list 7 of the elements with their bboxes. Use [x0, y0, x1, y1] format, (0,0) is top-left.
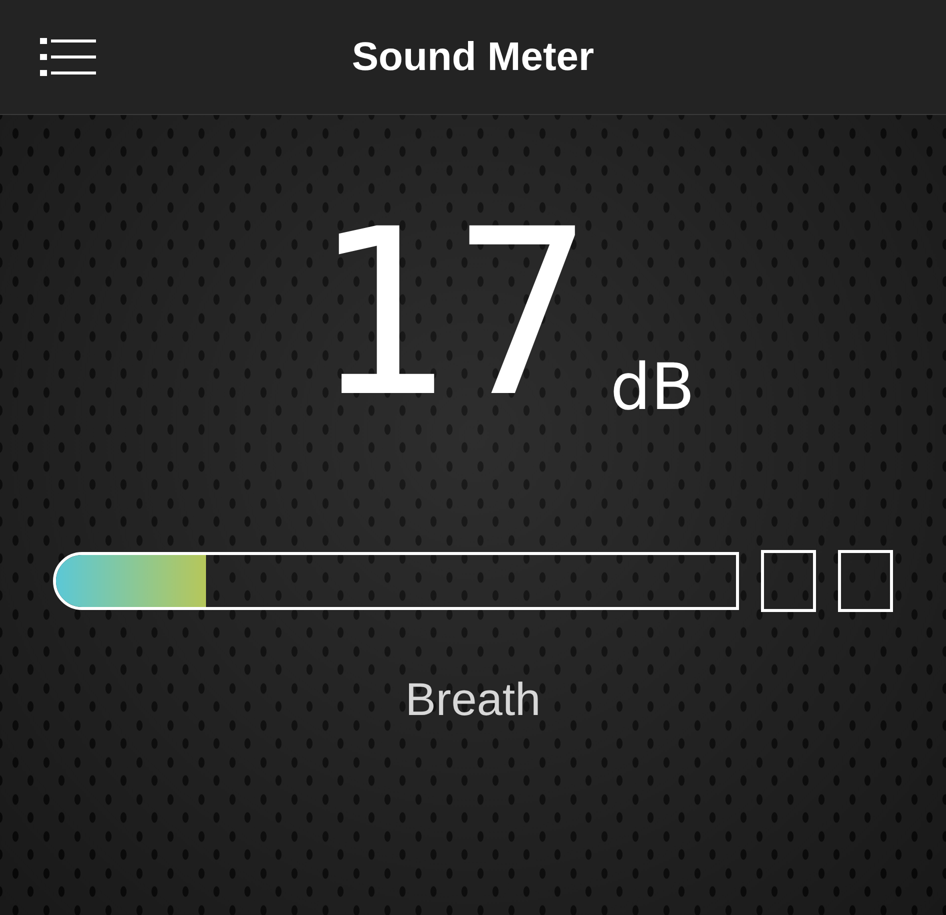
meter-segment	[838, 550, 893, 612]
noise-level-label: Breath	[405, 672, 541, 726]
meter-segment	[761, 550, 816, 612]
decibel-reading: 17	[311, 220, 596, 410]
menu-icon[interactable]	[40, 38, 96, 76]
unit-label: dB	[610, 356, 695, 420]
app-title: Sound Meter	[350, 34, 596, 80]
